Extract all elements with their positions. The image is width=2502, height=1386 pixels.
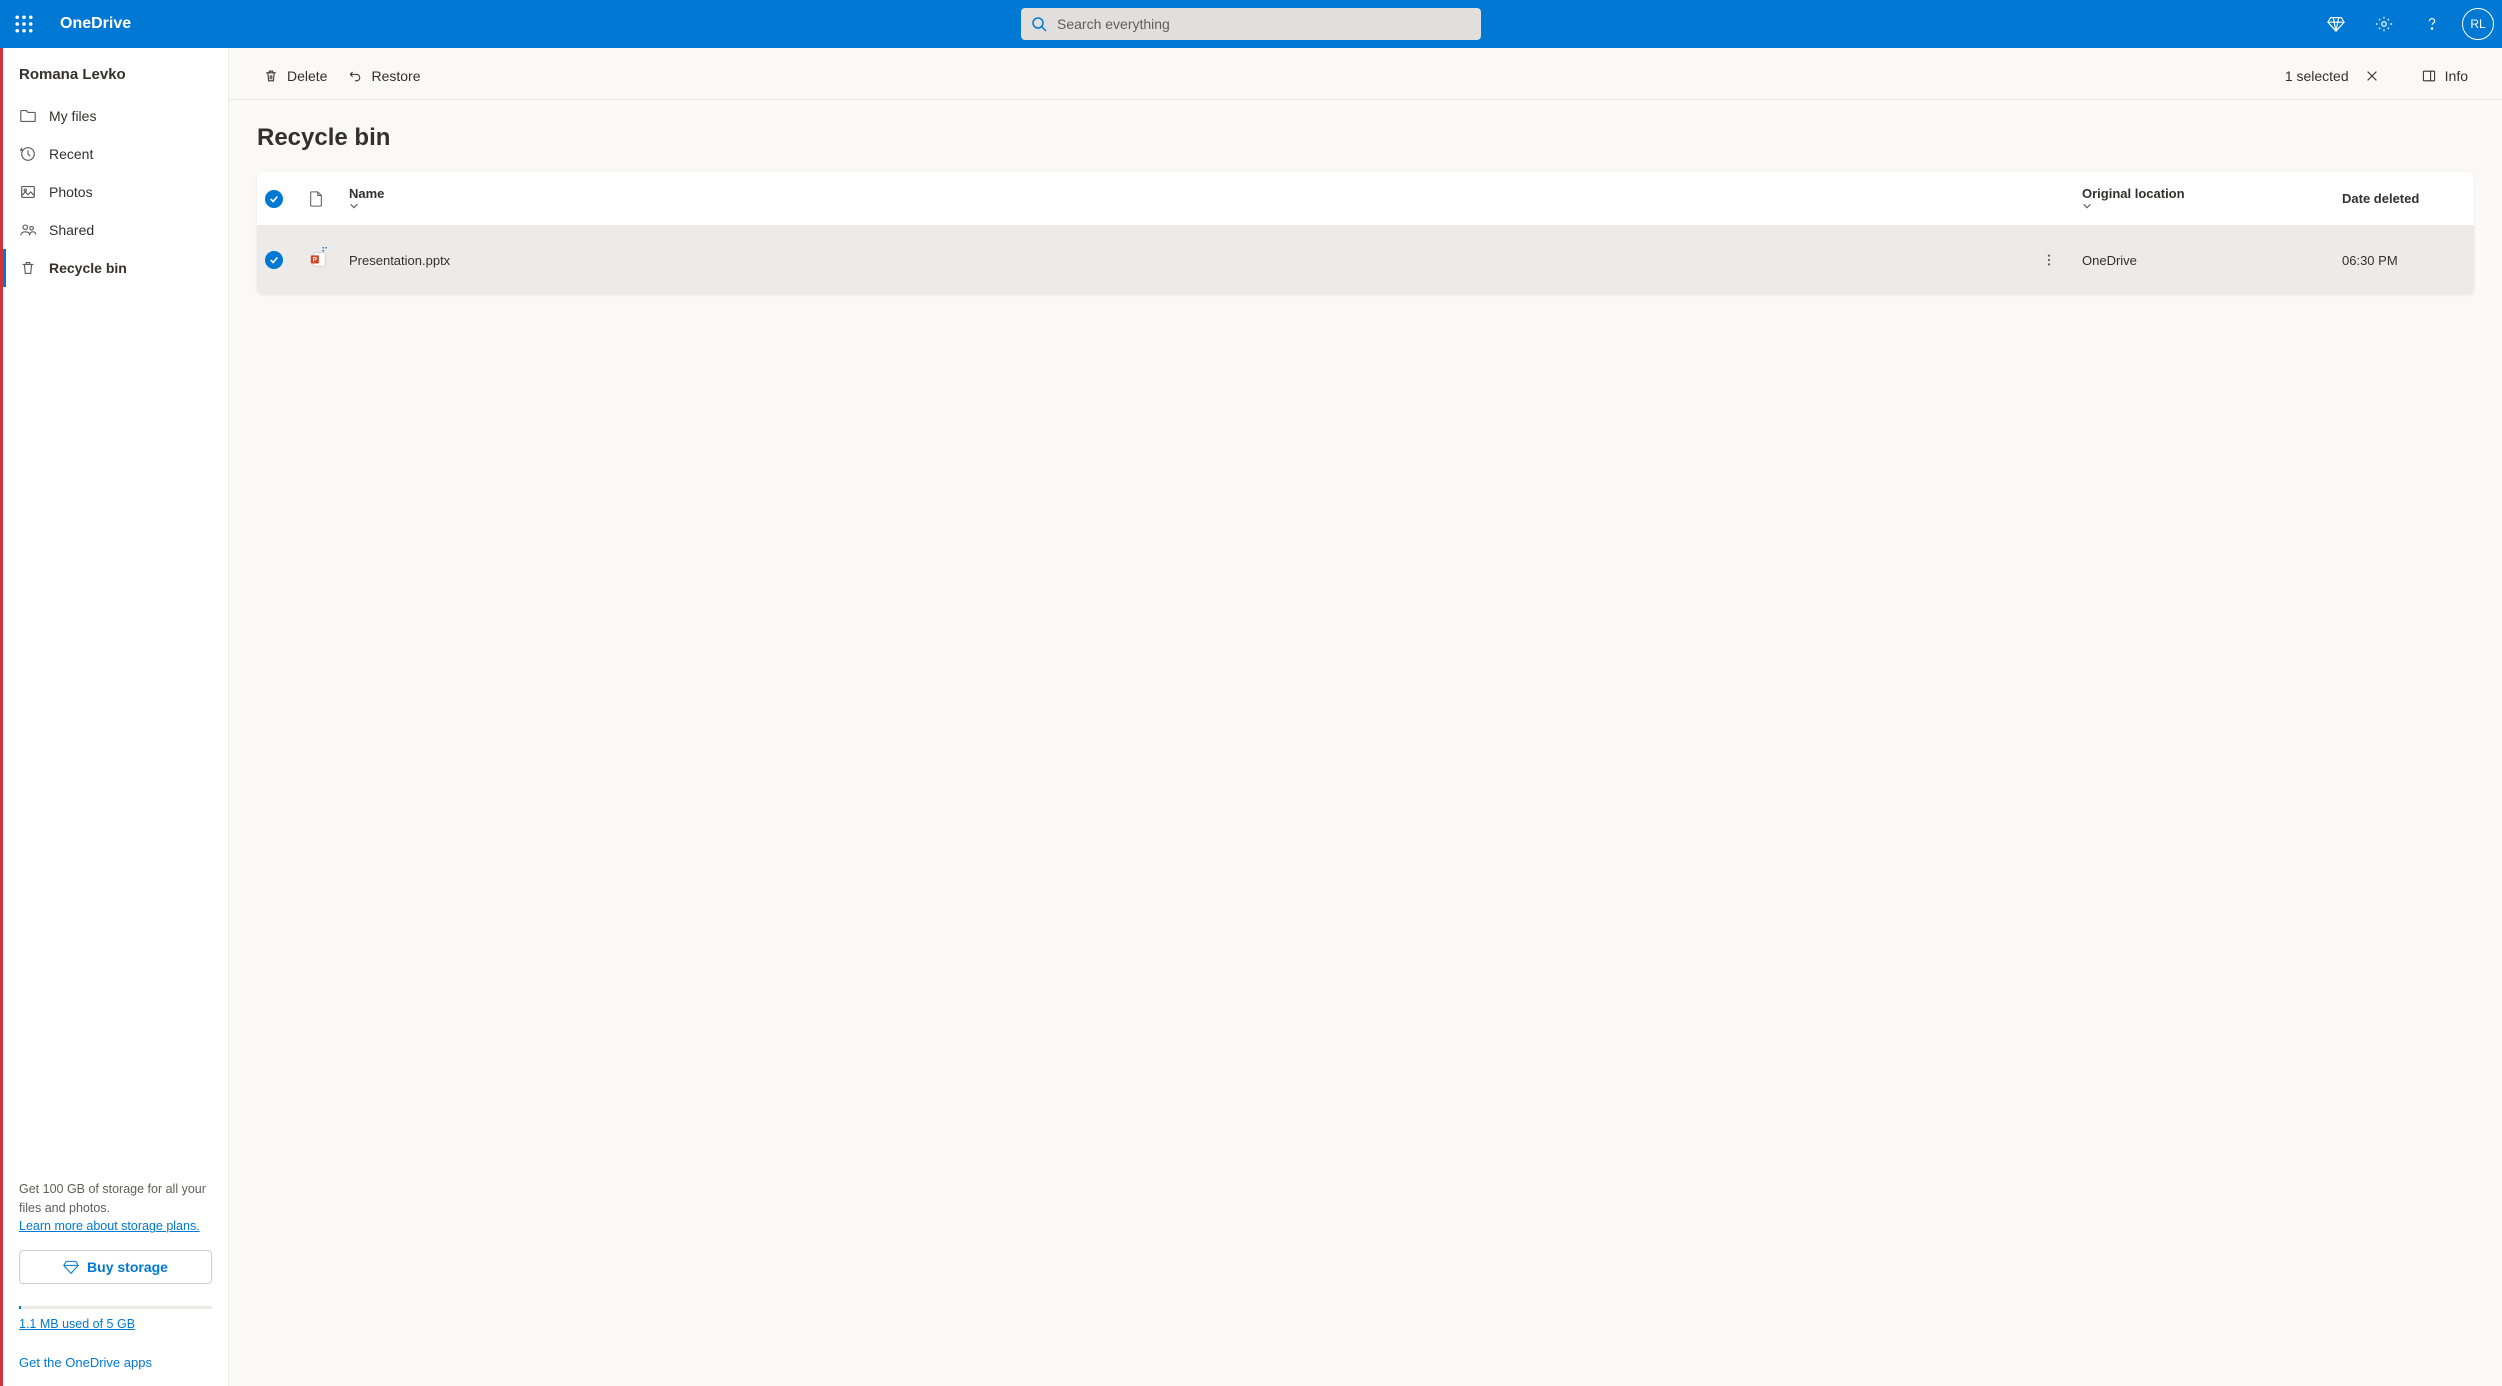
select-all-header[interactable] (257, 172, 301, 226)
file-name[interactable]: Presentation.pptx (341, 226, 2034, 295)
search-container (1021, 8, 1481, 40)
app-launcher-button[interactable] (0, 0, 48, 48)
main-content: Delete Restore 1 selected Info (229, 48, 2502, 1386)
delete-button[interactable]: Delete (253, 62, 337, 90)
settings-button[interactable] (2362, 0, 2406, 48)
people-icon (19, 221, 37, 239)
file-table: Name Original location Date deleted (257, 172, 2474, 294)
checkmark-icon (265, 190, 283, 208)
storage-meter (19, 1306, 212, 1309)
diamond-icon (2327, 15, 2345, 33)
get-apps-link[interactable]: Get the OneDrive apps (3, 1331, 228, 1386)
file-location: OneDrive (2074, 226, 2334, 295)
question-icon (2423, 15, 2441, 33)
app-header: OneDrive RL (0, 0, 2502, 48)
sidebar-item-photos[interactable]: Photos (3, 173, 228, 211)
selection-count: 1 selected (2285, 68, 2349, 84)
page-title: Recycle bin (229, 100, 2502, 172)
file-icon (309, 191, 323, 207)
chevron-down-icon (2082, 201, 2326, 211)
folder-icon (19, 107, 37, 125)
close-icon (2365, 69, 2379, 83)
image-icon (19, 183, 37, 201)
waffle-icon (15, 15, 33, 33)
delete-label: Delete (287, 68, 327, 84)
clear-selection-button[interactable] (2361, 65, 2383, 87)
promo-text: Get 100 GB of storage for all your files… (19, 1182, 206, 1215)
search-icon (1031, 16, 1047, 32)
buy-storage-button[interactable]: Buy storage (19, 1250, 212, 1284)
column-location-header[interactable]: Original location (2074, 172, 2334, 226)
sidebar-item-label: Recent (49, 146, 93, 162)
sidebar-user-name: Romana Levko (3, 48, 228, 97)
recycle-icon (19, 259, 37, 277)
table-row[interactable]: P ⠋ Presentation.pptx OneDrive (257, 226, 2474, 295)
row-checkbox[interactable] (265, 251, 283, 269)
command-bar: Delete Restore 1 selected Info (229, 52, 2502, 100)
sidebar-item-label: My files (49, 108, 96, 124)
search-input[interactable] (1021, 8, 1481, 40)
sidebar-item-shared[interactable]: Shared (3, 211, 228, 249)
sidebar-item-recent[interactable]: Recent (3, 135, 228, 173)
sidebar-item-label: Recycle bin (49, 260, 127, 276)
row-more-button[interactable] (2042, 234, 2066, 286)
info-button[interactable]: Info (2411, 62, 2478, 90)
diamond-icon (63, 1259, 79, 1275)
user-avatar[interactable]: RL (2462, 8, 2494, 40)
info-label: Info (2445, 68, 2468, 84)
sidebar-item-label: Photos (49, 184, 93, 200)
header-actions: RL (2314, 0, 2502, 48)
gear-icon (2375, 15, 2393, 33)
restore-label: Restore (371, 68, 420, 84)
column-name-header[interactable]: Name (341, 172, 2034, 226)
file-type-header (301, 172, 341, 226)
storage-promo: Get 100 GB of storage for all your files… (3, 1180, 228, 1236)
sidebar-item-label: Shared (49, 222, 94, 238)
buy-storage-label: Buy storage (87, 1259, 168, 1275)
more-vertical-icon (2042, 253, 2056, 267)
help-button[interactable] (2410, 0, 2454, 48)
sidebar: Romana Levko My files Recent Photos Shar… (3, 48, 229, 1386)
storage-used-link[interactable]: 1.1 MB used of 5 GB (3, 1315, 228, 1331)
svg-text:P: P (313, 256, 317, 263)
trash-icon (263, 68, 279, 84)
undo-icon (347, 68, 363, 84)
sidebar-item-myfiles[interactable]: My files (3, 97, 228, 135)
restore-button[interactable]: Restore (337, 62, 430, 90)
powerpoint-icon: P ⠋ (309, 250, 327, 268)
promo-link[interactable]: Learn more about storage plans. (19, 1219, 200, 1233)
chevron-down-icon (349, 201, 2026, 211)
brand-name[interactable]: OneDrive (48, 15, 143, 33)
clock-icon (19, 145, 37, 163)
info-pane-icon (2421, 68, 2437, 84)
sidebar-item-recyclebin[interactable]: Recycle bin (3, 249, 228, 287)
premium-button[interactable] (2314, 0, 2358, 48)
column-date-header[interactable]: Date deleted (2334, 172, 2474, 226)
file-date: 06:30 PM (2334, 226, 2474, 295)
